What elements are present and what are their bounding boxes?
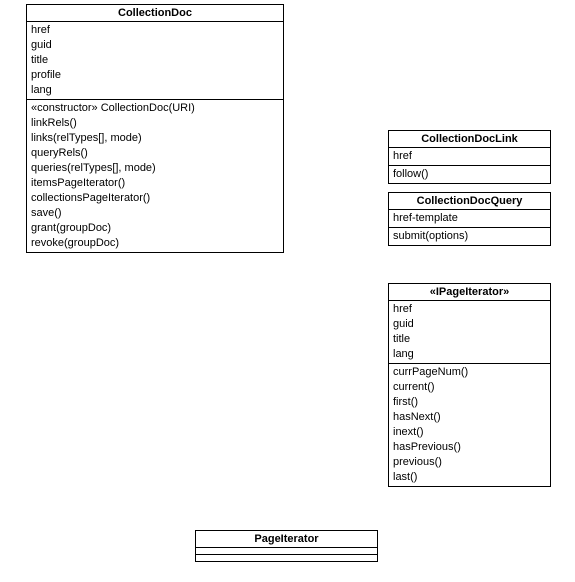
operation: queryRels() [31,146,279,161]
attribute: profile [31,68,279,83]
operation: revoke(groupDoc) [31,236,279,251]
attribute: guid [393,317,546,332]
operation: save() [31,206,279,221]
operation: follow() [393,167,546,182]
attribute: href [393,302,546,317]
operation: linkRels() [31,116,279,131]
class-title: PageIterator [196,531,377,548]
operation: hasPrevious() [393,440,546,455]
class-collectiondocquery: CollectionDocQuery href-template submit(… [388,192,551,246]
operation: current() [393,380,546,395]
operation: collectionsPageIterator() [31,191,279,206]
attributes-section: href [389,148,550,166]
class-collectiondoc: CollectionDoc href guid title profile la… [26,4,284,253]
operations-section [196,555,377,561]
attribute: lang [393,347,546,362]
attribute: title [393,332,546,347]
operations-section: follow() [389,166,550,183]
attribute: guid [31,38,279,53]
operation: hasNext() [393,410,546,425]
operation: previous() [393,455,546,470]
operations-section: currPageNum() current() first() hasNext(… [389,364,550,486]
class-title: CollectionDocLink [389,131,550,148]
attribute: href [31,23,279,38]
operations-section: submit(options) [389,228,550,245]
attribute: lang [31,83,279,98]
attribute: href [393,149,546,164]
operation: currPageNum() [393,365,546,380]
attributes-section [196,548,377,555]
attributes-section: href guid title lang [389,301,550,364]
operation: submit(options) [393,229,546,244]
class-title: CollectionDoc [27,5,283,22]
class-title: «IPageIterator» [389,284,550,301]
operation: grant(groupDoc) [31,221,279,236]
operation: itemsPageIterator() [31,176,279,191]
class-title: CollectionDocQuery [389,193,550,210]
attributes-section: href-template [389,210,550,228]
class-pageiterator: PageIterator [195,530,378,562]
operation: queries(relTypes[], mode) [31,161,279,176]
operation: «constructor» CollectionDoc(URI) [31,101,279,116]
operations-section: «constructor» CollectionDoc(URI) linkRel… [27,100,283,252]
operation: links(relTypes[], mode) [31,131,279,146]
attribute: title [31,53,279,68]
operation: last() [393,470,546,485]
class-ipageiterator: «IPageIterator» href guid title lang cur… [388,283,551,487]
attributes-section: href guid title profile lang [27,22,283,100]
operation: inext() [393,425,546,440]
class-collectiondoclink: CollectionDocLink href follow() [388,130,551,184]
operation: first() [393,395,546,410]
attribute: href-template [393,211,546,226]
